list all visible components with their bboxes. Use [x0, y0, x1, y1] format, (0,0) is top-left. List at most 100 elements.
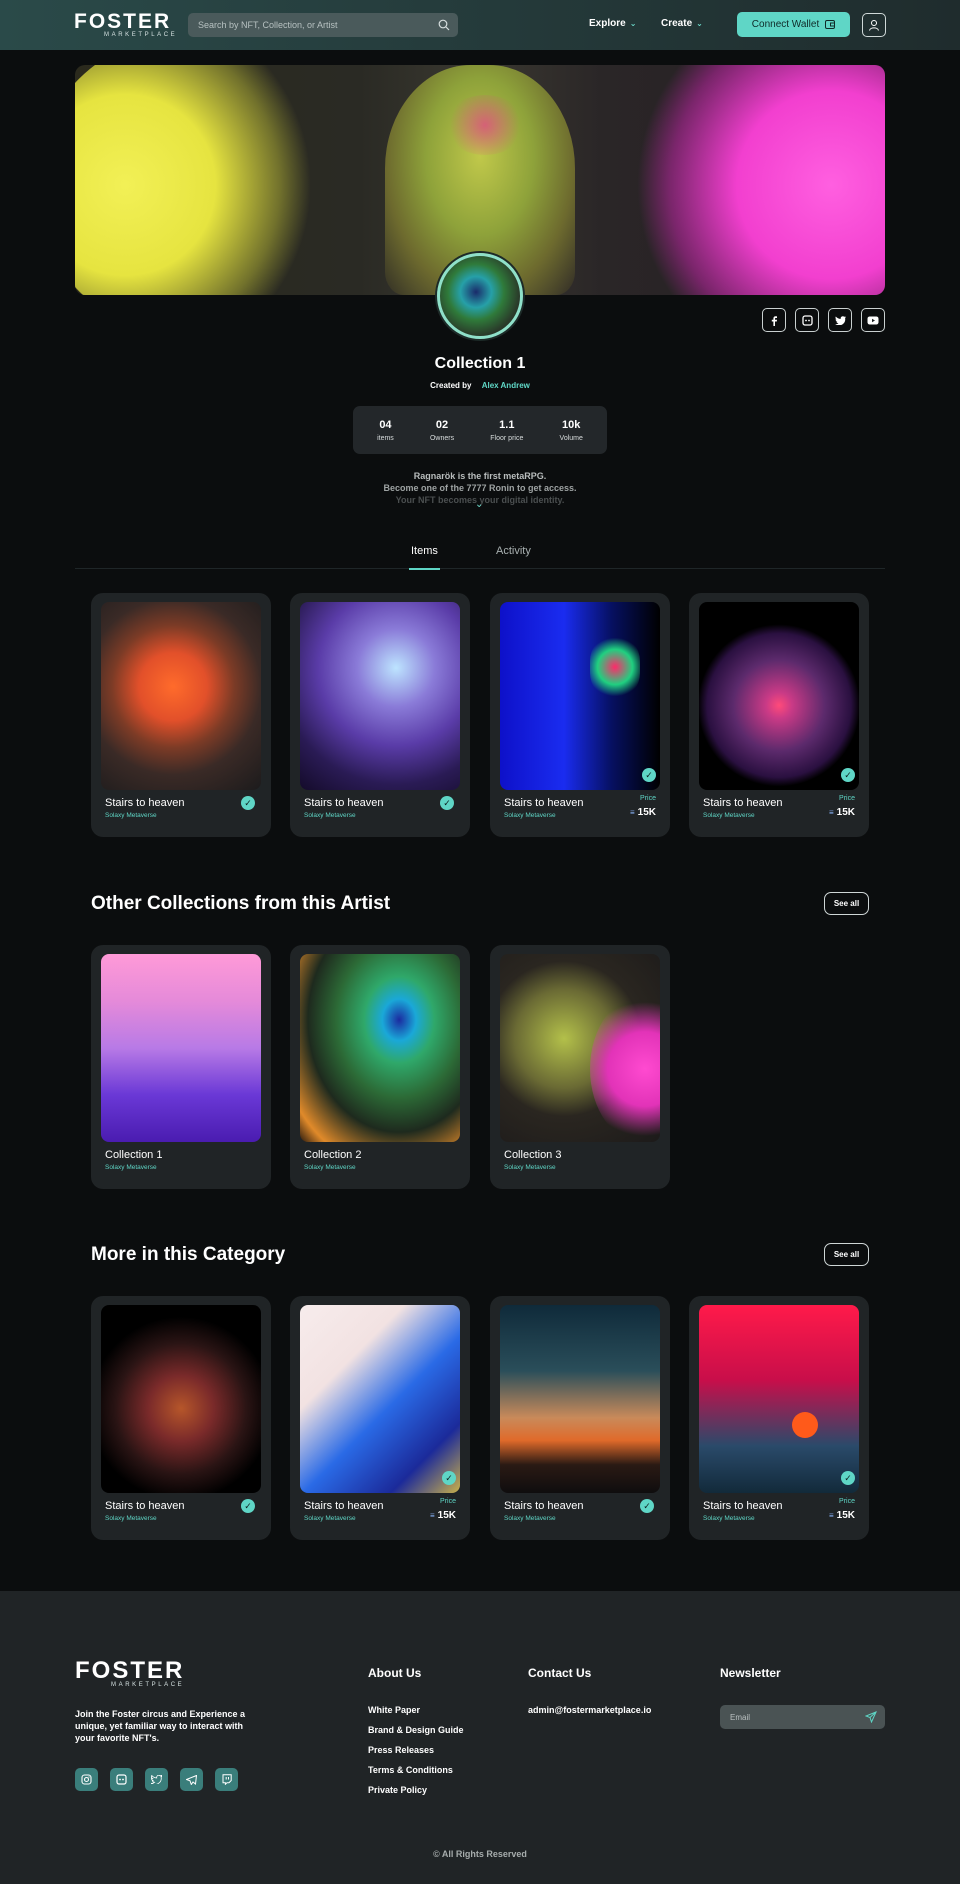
price-label: Price — [839, 1498, 855, 1505]
logo[interactable]: FOSTER MARKETPLACE — [74, 10, 177, 39]
price-label: Price — [640, 795, 656, 802]
item-collection[interactable]: Solaxy Metaverse — [504, 812, 556, 819]
banner-pink-powder — [615, 65, 885, 295]
nft-image — [500, 1305, 660, 1493]
collection-sub[interactable]: Solaxy Metaverse — [504, 1164, 556, 1171]
about-links: White Paper Brand & Design Guide Press R… — [368, 1705, 464, 1805]
item-collection[interactable]: Solaxy Metaverse — [304, 1515, 356, 1522]
tab-activity[interactable]: Activity — [496, 545, 531, 569]
collection-sub[interactable]: Solaxy Metaverse — [105, 1164, 157, 1171]
footer-link-white-paper[interactable]: White Paper — [368, 1705, 464, 1716]
item-name: Stairs to heaven — [105, 1500, 185, 1512]
price-amount: 15K — [437, 1510, 456, 1521]
newsletter-title: Newsletter — [720, 1666, 781, 1680]
footer-logo[interactable]: FOSTER MARKETPLACE — [75, 1657, 185, 1689]
item-card[interactable]: ✓ Stairs to heaven Solaxy Metaverse Pric… — [689, 1296, 869, 1540]
collection-tabs: Items Activity — [75, 545, 885, 570]
item-collection[interactable]: Solaxy Metaverse — [504, 1515, 556, 1522]
profile-button[interactable] — [862, 13, 886, 37]
collection-image — [500, 954, 660, 1142]
header: FOSTER MARKETPLACE Explore⌄ Create⌄ Conn… — [0, 0, 960, 50]
search-input[interactable] — [198, 13, 418, 37]
nft-image — [699, 602, 859, 790]
category-title: More in this Category — [91, 1244, 286, 1265]
created-by-label: Created by — [430, 381, 472, 390]
stat-value: 10k — [562, 418, 581, 431]
nft-image — [101, 602, 261, 790]
stat-label: Floor price — [490, 434, 524, 442]
item-collection[interactable]: Solaxy Metaverse — [105, 1515, 157, 1522]
collection-card[interactable]: Collection 1 Solaxy Metaverse — [91, 945, 271, 1189]
item-card[interactable]: Stairs to heaven Solaxy Metaverse ✓ — [91, 1296, 271, 1540]
youtube-link[interactable] — [861, 308, 885, 332]
item-collection[interactable]: Solaxy Metaverse — [703, 812, 755, 819]
send-icon[interactable] — [865, 1711, 877, 1723]
item-collection[interactable]: Solaxy Metaverse — [703, 1515, 755, 1522]
description-line: Ragnarök is the first metaRPG. — [413, 471, 547, 481]
price-value: ≡ 15K — [829, 1510, 855, 1521]
contact-email-link[interactable]: admin@fostermarketplace.io — [528, 1705, 651, 1715]
price-value: ≡ 15K — [430, 1510, 456, 1521]
facebook-link[interactable] — [762, 308, 786, 332]
chevron-down-icon: ⌄ — [696, 19, 703, 28]
youtube-icon — [867, 316, 879, 324]
price-value: ≡ 15K — [829, 807, 855, 818]
twitter-link[interactable] — [828, 308, 852, 332]
collection-card[interactable]: Collection 3 Solaxy Metaverse — [490, 945, 670, 1189]
stat-value: 1.1 — [499, 418, 515, 431]
about-title: About Us — [368, 1666, 422, 1680]
telegram-link[interactable] — [180, 1768, 203, 1791]
discord-link[interactable] — [110, 1768, 133, 1791]
item-card[interactable]: ✓ Stairs to heaven Solaxy Metaverse Pric… — [290, 1296, 470, 1540]
item-card[interactable]: Stairs to heaven Solaxy Metaverse ✓ — [290, 593, 470, 837]
search-icon[interactable] — [438, 19, 450, 31]
see-all-category-button[interactable]: See all — [824, 1243, 869, 1266]
item-card[interactable]: ✓ Stairs to heaven Solaxy Metaverse Pric… — [490, 593, 670, 837]
stat-value: 02 — [435, 418, 449, 431]
logo-word: FOSTER — [74, 10, 172, 33]
nav-create-label: Create — [661, 18, 693, 29]
creator-link[interactable]: Alex Andrew — [482, 381, 530, 390]
connect-wallet-button[interactable]: Connect Wallet — [737, 12, 850, 37]
stat-label: items — [377, 434, 394, 442]
item-name: Stairs to heaven — [105, 797, 185, 809]
footer-link-press-releases[interactable]: Press Releases — [368, 1745, 464, 1756]
item-card[interactable]: ✓ Stairs to heaven Solaxy Metaverse Pric… — [689, 593, 869, 837]
tab-items[interactable]: Items — [409, 545, 440, 570]
price-value: ≡ 15K — [630, 807, 656, 818]
ethereum-icon: ≡ — [429, 1511, 435, 1520]
item-name: Stairs to heaven — [304, 797, 384, 809]
footer-link-brand-guide[interactable]: Brand & Design Guide — [368, 1725, 464, 1736]
facebook-icon — [771, 315, 777, 326]
instagram-link[interactable] — [75, 1768, 98, 1791]
item-name: Stairs to heaven — [504, 797, 584, 809]
item-card[interactable]: Stairs to heaven Solaxy Metaverse ✓ — [91, 593, 271, 837]
collection-name: Collection 3 — [504, 1149, 562, 1161]
collection-card[interactable]: Collection 2 Solaxy Metaverse — [290, 945, 470, 1189]
twitch-link[interactable] — [215, 1768, 238, 1791]
ethereum-icon: ≡ — [629, 808, 635, 817]
discord-link[interactable] — [795, 308, 819, 332]
newsletter-form — [720, 1705, 885, 1729]
see-all-collections-button[interactable]: See all — [824, 892, 869, 915]
social-links — [762, 308, 885, 332]
wallet-icon — [825, 20, 836, 29]
item-name: Stairs to heaven — [703, 1500, 783, 1512]
logo-word: FOSTER — [75, 1657, 185, 1684]
newsletter-email-input[interactable] — [730, 1705, 860, 1729]
ethereum-icon: ≡ — [828, 808, 834, 817]
search-bar — [188, 13, 458, 37]
item-card[interactable]: Stairs to heaven Solaxy Metaverse ✓ — [490, 1296, 670, 1540]
nav-create[interactable]: Create ⌄ — [661, 18, 703, 29]
footer-link-privacy[interactable]: Private Policy — [368, 1785, 464, 1796]
collection-sub[interactable]: Solaxy Metaverse — [304, 1164, 356, 1171]
item-collection[interactable]: Solaxy Metaverse — [304, 812, 356, 819]
verified-icon: ✓ — [841, 768, 855, 782]
verified-icon: ✓ — [640, 1499, 654, 1513]
expand-description-icon[interactable]: ⌄ — [475, 499, 483, 510]
nav-explore[interactable]: Explore ⌄ — [589, 18, 636, 29]
collection-avatar — [437, 253, 523, 339]
item-collection[interactable]: Solaxy Metaverse — [105, 812, 157, 819]
footer-link-terms[interactable]: Terms & Conditions — [368, 1765, 464, 1776]
twitter-link[interactable] — [145, 1768, 168, 1791]
